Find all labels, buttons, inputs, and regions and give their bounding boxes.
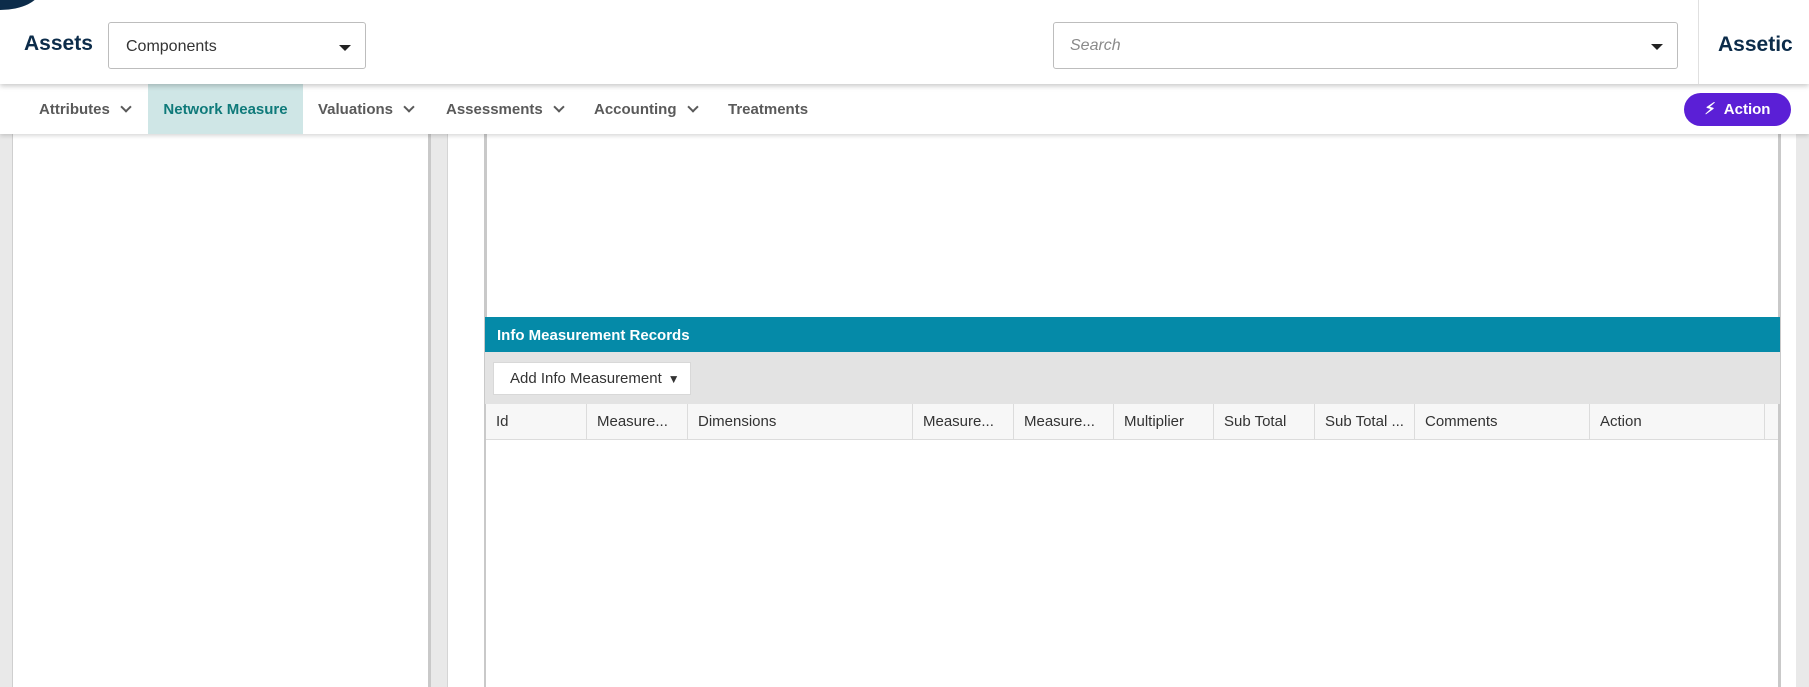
column-header-comments[interactable]: Comments [1415,404,1590,440]
column-header-dimensions[interactable]: Dimensions [688,404,913,440]
section-title: Info Measurement Records [485,317,1780,352]
header-divider [1698,0,1699,84]
grid-body [486,440,1778,687]
tab-assessments[interactable]: Assessments [431,84,578,134]
column-header-multiplier[interactable]: Multiplier [1114,404,1214,440]
lightning-bolt-icon: ⚡︎ [1704,100,1716,118]
left-panel [12,134,431,687]
tab-accounting[interactable]: Accounting [579,84,712,134]
tab-label: Valuations [318,100,394,118]
tab-treatments[interactable]: Treatments [713,84,823,134]
chevron-down-icon [403,100,415,113]
module-select-value: Components [126,38,217,55]
tab-label: Attributes [39,100,110,118]
caret-down-icon: ▼ [667,371,680,386]
corner-decoration [0,0,40,10]
tab-attributes[interactable]: Attributes [24,84,145,134]
column-header-action[interactable]: Action [1590,404,1765,440]
tab-label: Assessments [446,100,543,118]
column-header-measure-2[interactable]: Measure... [913,404,1014,440]
action-button[interactable]: ⚡︎ Action [1684,93,1791,126]
caret-down-icon [339,45,351,51]
caret-down-icon[interactable] [1651,44,1663,50]
search-dropdown[interactable] [1053,22,1678,69]
chevron-down-icon [553,100,565,113]
column-header-sub-total-2[interactable]: Sub Total ... [1315,404,1415,440]
column-header-sub-total[interactable]: Sub Total [1214,404,1315,440]
tab-network-measure[interactable]: Network Measure [148,84,303,134]
tab-label: Treatments [728,100,809,118]
add-info-measurement-button[interactable]: Add Info Measurement ▼ [493,362,691,395]
add-button-label: Add Info Measurement [510,370,662,387]
column-header-measure-1[interactable]: Measure... [587,404,688,440]
app-title: Assets [24,32,93,55]
brand-logo-text: Assetic [1718,33,1793,56]
column-header-measure-3[interactable]: Measure... [1014,404,1114,440]
module-select[interactable]: Components [108,22,366,69]
chevron-down-icon [120,100,132,113]
grid-toolbar: Add Info Measurement ▼ [485,352,1780,404]
module-nav: Attributes Network Measure Valuations As… [0,84,1809,134]
tab-label: Network Measure [163,100,288,118]
grid-header: Id Measure... Dimensions Measure... Meas… [486,404,1778,440]
chevron-down-icon [686,100,699,113]
action-button-label: Action [1723,101,1771,118]
tab-valuations[interactable]: Valuations [303,84,428,134]
tab-label: Accounting [594,100,677,118]
column-header-id[interactable]: Id [486,404,587,440]
top-header: Assets Components Assetic [0,0,1809,84]
search-input[interactable] [1070,35,1630,57]
